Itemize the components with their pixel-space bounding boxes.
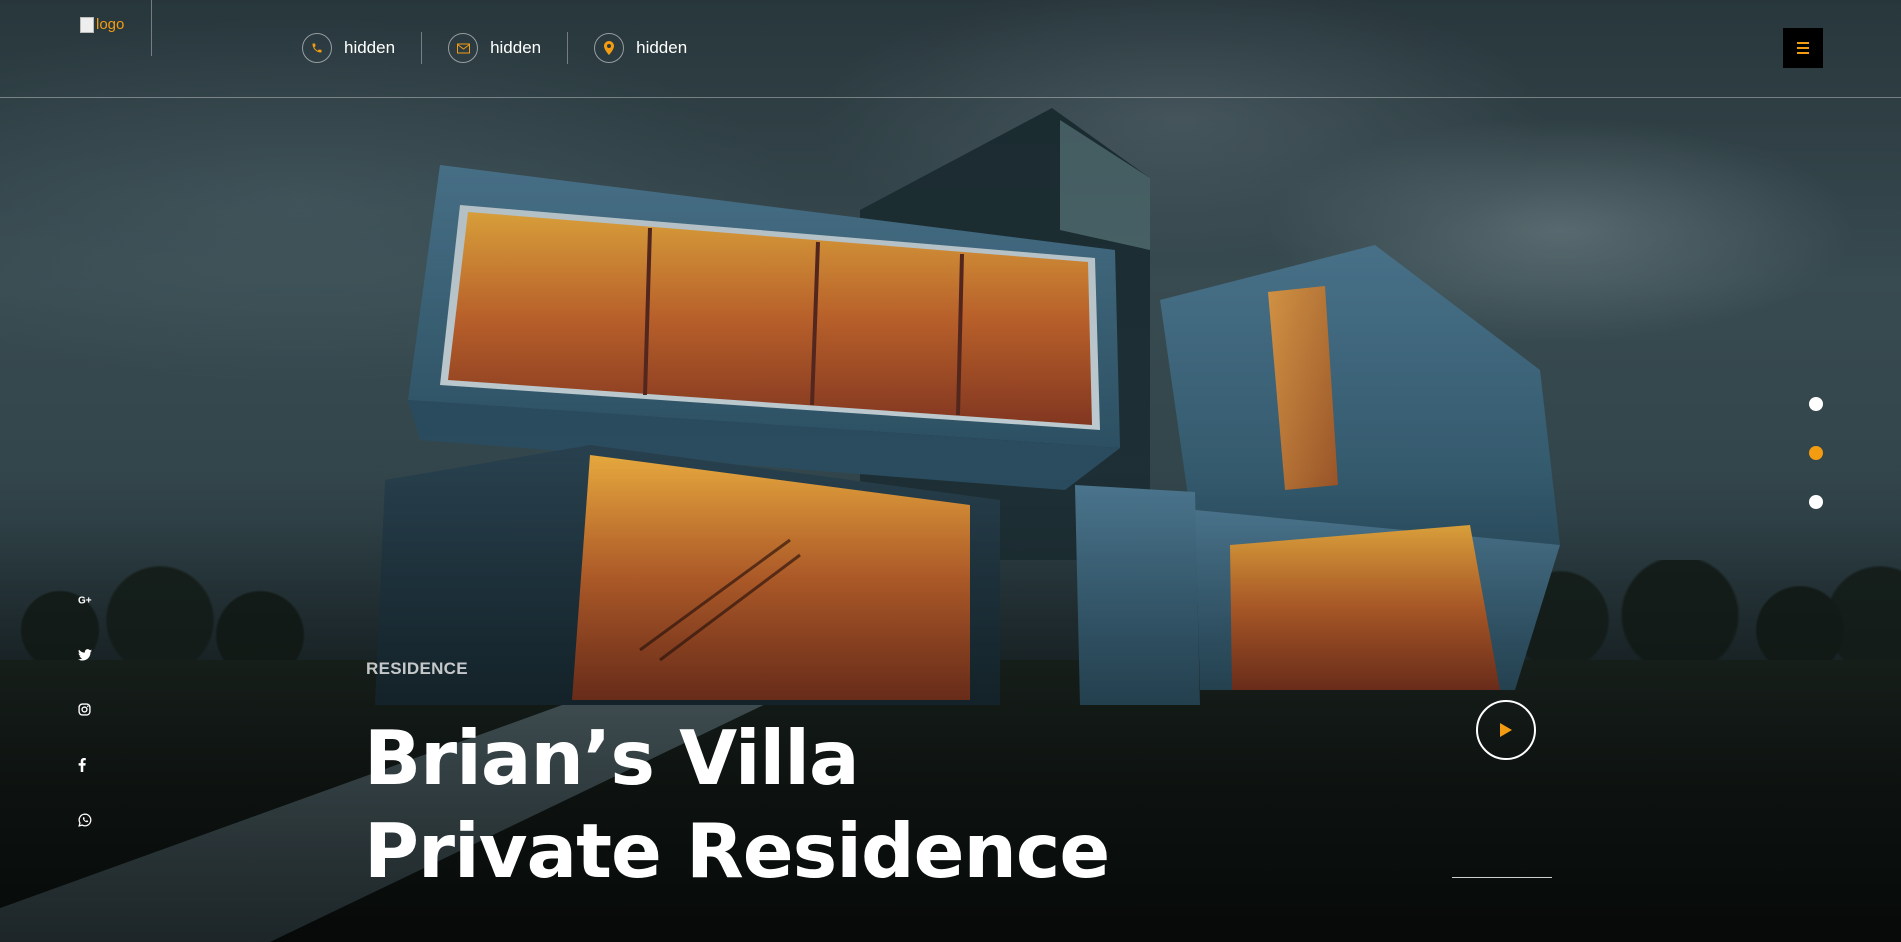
slider-dot-1[interactable]	[1809, 397, 1823, 411]
instagram-icon[interactable]	[78, 682, 102, 737]
twitter-icon[interactable]	[78, 627, 102, 682]
contact-address[interactable]: hidden	[567, 32, 713, 64]
envelope-icon	[448, 33, 479, 63]
contact-address-text: hidden	[636, 38, 688, 57]
social-links: G+	[78, 572, 102, 847]
broken-image-icon	[80, 16, 94, 33]
hamburger-icon-bar	[1797, 52, 1809, 54]
play-icon	[1500, 723, 1512, 737]
facebook-icon[interactable]	[78, 737, 102, 792]
contact-bar: hidden hidden hidden	[302, 32, 713, 64]
contact-phone[interactable]: hidden	[302, 32, 421, 64]
decorative-underline	[1452, 877, 1552, 878]
slider-pagination	[1809, 397, 1823, 509]
hero-subtitle: RESIDENCE	[366, 659, 468, 678]
svg-text:G+: G+	[78, 595, 92, 606]
google-plus-icon[interactable]: G+	[78, 572, 102, 627]
logo-alt-text: logo	[96, 16, 125, 33]
slider-dot-2[interactable]	[1809, 446, 1823, 460]
map-pin-icon	[594, 33, 625, 63]
hero-title-line-2: Private Residence	[364, 807, 1110, 895]
contact-email[interactable]: hidden	[421, 32, 567, 64]
slider-dot-3[interactable]	[1809, 495, 1823, 509]
hamburger-icon-bar	[1797, 47, 1809, 49]
hamburger-icon-bar	[1797, 42, 1809, 44]
hero-title: Brian’s Villa Private Residence	[364, 712, 1110, 898]
site-logo[interactable]: logo	[80, 16, 124, 33]
site-header: logo hidden hidden hidden	[0, 0, 1901, 98]
contact-email-text: hidden	[490, 38, 542, 57]
whatsapp-icon[interactable]	[78, 792, 102, 847]
header-divider	[151, 0, 152, 56]
hero-title-line-1: Brian’s Villa	[364, 714, 860, 802]
contact-phone-text: hidden	[344, 38, 396, 57]
phone-icon	[302, 33, 332, 63]
play-video-button[interactable]	[1476, 700, 1536, 760]
menu-toggle-button[interactable]	[1783, 28, 1823, 68]
